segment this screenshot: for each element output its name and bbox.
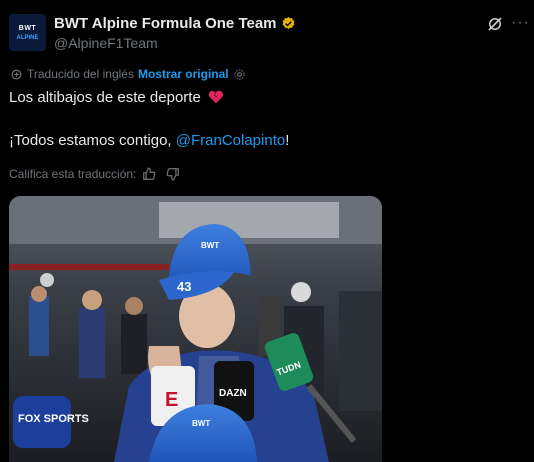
mic-label-espn: E — [165, 389, 178, 411]
rate-translation-row: Califica esta traducción: — [9, 167, 180, 181]
verified-badge-icon — [282, 16, 295, 29]
tweet-line-2-suffix: ! — [285, 132, 290, 149]
thumbs-up-icon[interactable] — [142, 167, 156, 181]
tweet-line-2-prefix: ¡Todos estamos contigo, — [9, 132, 176, 149]
more-options-icon[interactable]: ··· — [511, 14, 529, 32]
mic-label-fox: FOX SPORTS — [18, 413, 89, 425]
translation-row: Traducido del inglés Mostrar original — [10, 67, 246, 81]
account-handle[interactable]: @AlpineF1Team — [54, 35, 158, 51]
tweet-text-line-2: ¡Todos estamos contigo, @FranColapinto! — [9, 132, 289, 149]
tweet-text-line-1: Los altibajos de este deporte — [9, 88, 224, 108]
show-original-link[interactable]: Mostrar original — [138, 67, 229, 81]
photo-illustration: BWT 43 FOX SPORTS E DAZN TUDN BWT — [9, 196, 382, 462]
translation-status: Traducido del inglés — [27, 67, 134, 81]
translate-icon — [11, 69, 22, 79]
grok-icon[interactable] — [486, 15, 504, 33]
tweet-avatar[interactable]: BWT ALPINE — [9, 14, 46, 51]
rate-translation-label: Califica esta traducción: — [9, 167, 137, 181]
mention-link[interactable]: @FranColapinto — [176, 132, 285, 149]
tweet-media-photo[interactable]: BWT 43 FOX SPORTS E DAZN TUDN BWT — [9, 196, 382, 462]
account-name[interactable]: BWT Alpine Formula One Team — [54, 15, 277, 32]
tweet-line-1: Los altibajos de este deporte — [9, 89, 201, 106]
settings-gear-icon[interactable] — [233, 68, 246, 81]
cap-number: 43 — [177, 279, 191, 294]
cap-logo-text: BWT — [201, 241, 219, 250]
avatar-logo-subtext: ALPINE — [16, 35, 39, 41]
mic-label-dazn: DAZN — [219, 388, 247, 399]
avatar-logo-text: BWT — [18, 25, 37, 32]
thumbs-down-icon[interactable] — [166, 167, 180, 181]
bottom-cap-logo-text: BWT — [192, 419, 210, 428]
broken-heart-icon — [208, 90, 224, 104]
account-name-row[interactable]: BWT Alpine Formula One Team — [54, 15, 296, 32]
